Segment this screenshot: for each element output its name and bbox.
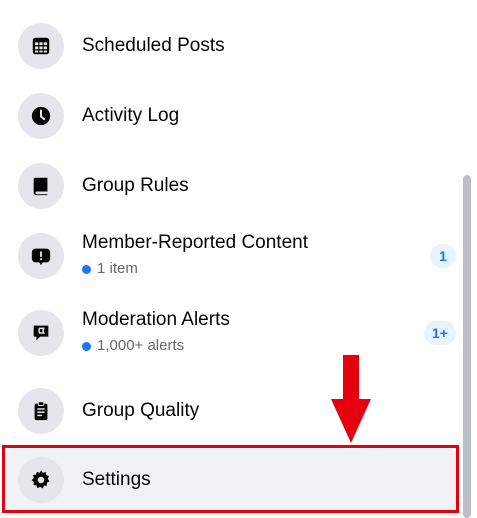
book-icon [18, 163, 64, 209]
count-badge: 1 [430, 244, 456, 268]
menu-item-moderation-alerts[interactable]: Moderation Alerts 1,000+ alerts 1+ [6, 302, 456, 364]
menu-item-label: Activity Log [82, 105, 180, 126]
annotation-arrow-down-icon [331, 355, 371, 443]
menu-item-label: Scheduled Posts [82, 35, 225, 56]
menu-item-activity-log[interactable]: Activity Log [6, 85, 456, 147]
menu-item-subtext: 1,000+ alerts [82, 336, 230, 356]
menu-item-label: Moderation Alerts [82, 309, 230, 330]
clipboard-icon [18, 388, 64, 434]
clock-icon [18, 93, 64, 139]
menu-item-text: Group Quality [82, 399, 199, 423]
scrollbar-thumb[interactable] [463, 175, 471, 518]
flag-bubble-icon [18, 310, 64, 356]
menu-item-label: Group Rules [82, 175, 189, 196]
subtext-label: 1 item [97, 260, 138, 277]
subtext-label: 1,000+ alerts [97, 337, 185, 354]
menu-item-subtext: 1 item [82, 259, 308, 279]
menu-item-text: Moderation Alerts 1,000+ alerts [82, 308, 230, 356]
calendar-grid-icon [18, 23, 64, 69]
menu-item-label: Member-Reported Content [82, 232, 308, 253]
menu-item-text: Scheduled Posts [82, 34, 225, 58]
unread-dot [82, 341, 91, 351]
menu-item-text: Member-Reported Content 1 item [82, 231, 308, 279]
exclamation-bubble-icon [18, 233, 64, 279]
menu-item-text: Activity Log [82, 104, 179, 128]
annotation-highlight-box [2, 445, 459, 513]
menu-item-group-quality[interactable]: Group Quality [6, 380, 456, 442]
menu-item-member-reported-content[interactable]: Member-Reported Content 1 item 1 [6, 225, 456, 287]
count-badge: 1+ [424, 321, 456, 345]
menu-item-text: Group Rules [82, 174, 189, 198]
menu-item-group-rules[interactable]: Group Rules [6, 155, 456, 217]
menu-item-label: Group Quality [82, 400, 200, 421]
menu-item-scheduled-posts[interactable]: Scheduled Posts [6, 15, 456, 77]
scrollbar[interactable] [463, 175, 473, 518]
unread-dot [82, 264, 91, 274]
